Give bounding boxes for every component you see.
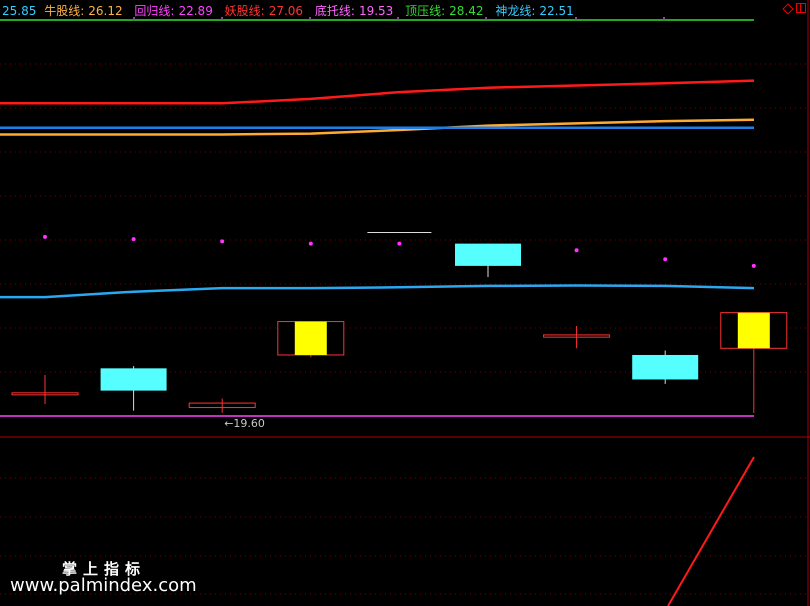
indicator-dot — [574, 248, 579, 253]
candlestick-chart — [0, 0, 810, 606]
candle-body-fill — [737, 312, 770, 349]
candle-body-fill — [294, 321, 327, 355]
indicator-dot — [220, 239, 225, 244]
series-line-妖股线 — [0, 79, 755, 105]
candle-body — [100, 368, 167, 391]
top-marker — [485, 17, 487, 20]
indicator-dot — [131, 237, 136, 242]
indicator-dot — [308, 241, 313, 246]
watermark-url: www.palmindex.com — [10, 575, 197, 596]
top-marker — [309, 17, 311, 20]
indicator-dot — [397, 241, 402, 246]
series-line-神龙线 — [0, 284, 755, 299]
indicator-dot — [663, 257, 668, 262]
top-marker — [663, 17, 665, 20]
top-marker — [221, 17, 223, 20]
top-marker — [575, 17, 577, 20]
top-marker — [133, 17, 135, 20]
indicator-dot — [43, 234, 47, 239]
candle-body — [455, 243, 521, 266]
top-marker — [397, 17, 399, 20]
candle-body — [632, 354, 699, 380]
lower-panel-line — [667, 456, 755, 606]
indicator-dot — [751, 263, 756, 268]
low-price-label: ←19.60 — [224, 416, 265, 430]
